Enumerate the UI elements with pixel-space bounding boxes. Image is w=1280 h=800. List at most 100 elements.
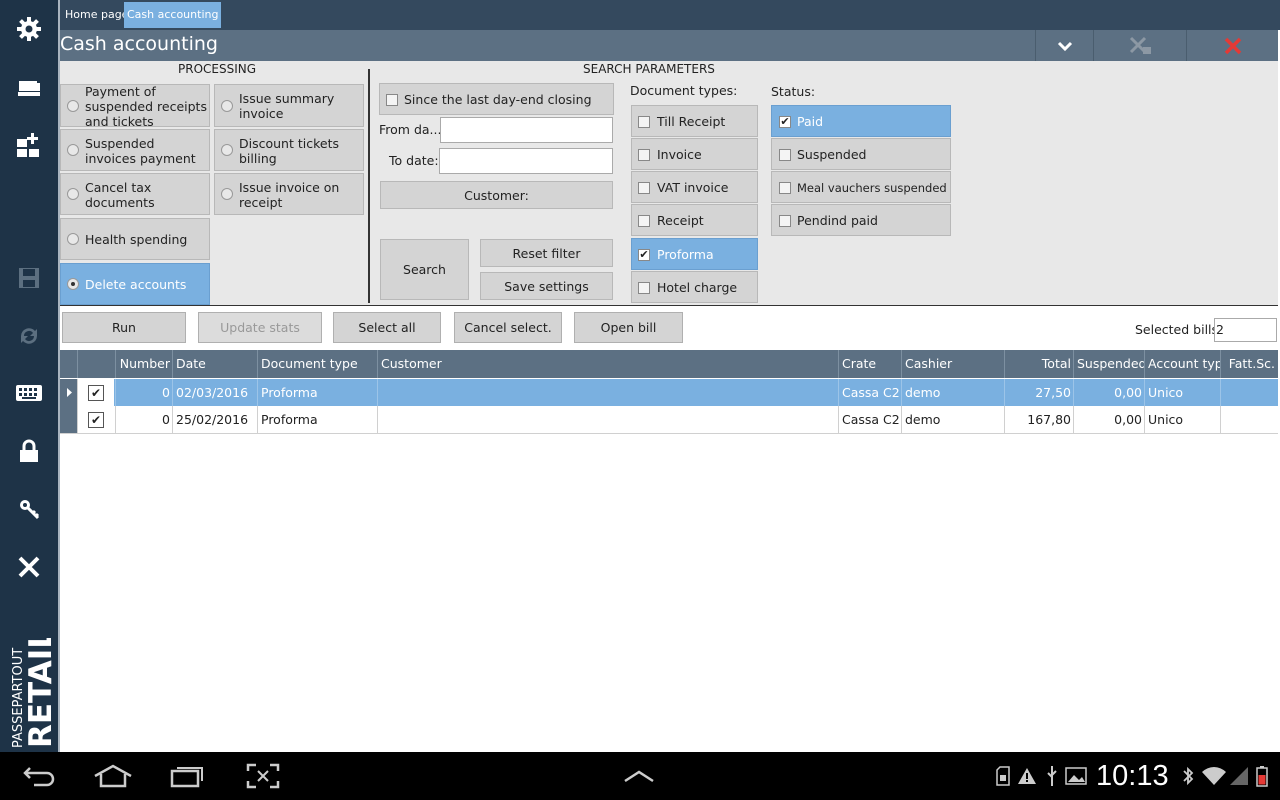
- radio[interactable]: [67, 233, 79, 245]
- status-pending-paid[interactable]: Pendind paid: [771, 204, 951, 236]
- cell-document-type: Proforma: [257, 379, 378, 406]
- table-row[interactable]: ✔ 0 25/02/2016 Proforma Cassa C2 demo 16…: [60, 406, 1278, 433]
- doctype-receipt[interactable]: Receipt: [631, 204, 758, 236]
- cash-register-icon[interactable]: [0, 68, 58, 108]
- header-select: [77, 350, 115, 378]
- doctype-proforma[interactable]: ✔ Proforma: [631, 238, 758, 270]
- checkbox[interactable]: [638, 215, 650, 227]
- home-icon[interactable]: [90, 752, 136, 800]
- selected-bills-label: Selected bills:: [1135, 322, 1223, 337]
- table-row[interactable]: ✔ 0 02/03/2016 Proforma Cassa C2 demo 27…: [60, 379, 1278, 406]
- back-icon[interactable]: [16, 752, 62, 800]
- collapse-button[interactable]: [1035, 30, 1093, 61]
- run-button[interactable]: Run: [62, 312, 186, 343]
- radio[interactable]: [221, 188, 233, 200]
- to-date-label: To date:: [389, 153, 439, 168]
- checkbox[interactable]: [779, 149, 791, 161]
- reset-filter-button[interactable]: Reset filter: [480, 239, 613, 267]
- image-icon: [1064, 752, 1088, 800]
- checkbox[interactable]: [638, 182, 650, 194]
- screenshot-icon[interactable]: [240, 752, 286, 800]
- processing-option-discount-tickets[interactable]: Discount tickets billing: [214, 129, 364, 171]
- checkbox[interactable]: [779, 182, 791, 194]
- cell-crate: Cassa C2: [838, 406, 902, 433]
- customer-button[interactable]: Customer:: [380, 181, 613, 209]
- processing-option-issue-summary-invoice[interactable]: Issue summary invoice: [214, 84, 364, 127]
- header-account-type[interactable]: Account type: [1144, 350, 1221, 378]
- key-icon[interactable]: [0, 489, 58, 529]
- chevron-down-icon: [1057, 41, 1072, 51]
- processing-heading: PROCESSING: [178, 62, 257, 76]
- header-crate[interactable]: Crate: [838, 350, 902, 378]
- header-customer[interactable]: Customer: [377, 350, 839, 378]
- row-select-checkbox[interactable]: ✔: [77, 406, 114, 433]
- cell-fatt-sc: [1220, 406, 1278, 433]
- doctype-hotel-charge[interactable]: Hotel charge: [631, 271, 758, 303]
- checkbox[interactable]: [386, 94, 398, 106]
- sync-icon[interactable]: [0, 316, 58, 356]
- tab-home-page[interactable]: Home page: [62, 2, 132, 28]
- doctype-invoice[interactable]: Invoice: [631, 138, 758, 170]
- checkbox-checked[interactable]: ✔: [779, 116, 791, 128]
- checkbox-checked[interactable]: ✔: [638, 249, 650, 261]
- radio[interactable]: [67, 144, 79, 156]
- keyboard-icon[interactable]: [0, 373, 58, 413]
- cancel-select-button[interactable]: Cancel select.: [454, 312, 562, 343]
- doctype-till-receipt[interactable]: Till Receipt: [631, 105, 758, 137]
- radio-selected[interactable]: [67, 278, 79, 290]
- checkbox[interactable]: [638, 282, 650, 294]
- status-meal-vouchers-suspended[interactable]: Meal vauchers suspended: [771, 171, 951, 203]
- header-cashier[interactable]: Cashier: [901, 350, 1005, 378]
- row-select-checkbox[interactable]: ✔: [77, 379, 114, 406]
- checkbox[interactable]: [638, 116, 650, 128]
- processing-option-cancel-tax[interactable]: Cancel tax documents: [60, 173, 210, 215]
- close-button[interactable]: [1186, 30, 1278, 61]
- header-fatt-sc[interactable]: Fatt.Sc.: [1220, 350, 1278, 378]
- radio[interactable]: [67, 188, 79, 200]
- header-document-type[interactable]: Document type: [257, 350, 378, 378]
- lock-icon[interactable]: [0, 431, 58, 471]
- close-icon: [1224, 37, 1241, 54]
- open-bill-button[interactable]: Open bill: [574, 312, 683, 343]
- radio[interactable]: [221, 100, 233, 112]
- bluetooth-icon: [1178, 752, 1198, 800]
- header-total[interactable]: Total: [1004, 350, 1074, 378]
- search-button[interactable]: Search: [380, 239, 469, 300]
- cell-date: 25/02/2016: [172, 406, 258, 433]
- checkbox[interactable]: [638, 149, 650, 161]
- checkbox[interactable]: [779, 215, 791, 227]
- signal-icon: [1228, 752, 1250, 800]
- cell-fatt-sc: [1220, 379, 1278, 406]
- save-settings-button[interactable]: Save settings: [480, 272, 613, 300]
- update-stats-button[interactable]: Update stats: [198, 312, 322, 343]
- radio[interactable]: [67, 100, 79, 112]
- system-nav-bar: 10:13: [0, 752, 1280, 800]
- since-last-day-end-toggle[interactable]: Since the last day-end closing: [379, 83, 614, 115]
- doctype-vat-invoice[interactable]: VAT invoice: [631, 171, 758, 203]
- save-disk-icon[interactable]: [0, 258, 58, 298]
- cell-customer: [377, 406, 839, 433]
- radio[interactable]: [221, 144, 233, 156]
- header-date[interactable]: Date: [172, 350, 258, 378]
- from-date-input[interactable]: [440, 117, 613, 143]
- filter-panel: PROCESSING SEARCH PARAMETERS Payment of …: [60, 61, 1278, 305]
- tab-cash-accounting[interactable]: Cash accounting: [124, 2, 222, 28]
- processing-option-health-spending[interactable]: Health spending: [60, 218, 210, 260]
- bills-table: Number Date Document type Customer Crate…: [60, 350, 1278, 752]
- status-paid[interactable]: ✔ Paid: [771, 105, 951, 137]
- processing-option-issue-invoice-receipt[interactable]: Issue invoice on receipt: [214, 173, 364, 215]
- dashboard-tiles-icon[interactable]: [0, 125, 58, 165]
- exit-close-icon[interactable]: [0, 547, 58, 587]
- to-date-input[interactable]: [439, 148, 613, 174]
- recent-apps-icon[interactable]: [164, 752, 210, 800]
- processing-option-suspended-invoices[interactable]: Suspended invoices payment: [60, 129, 210, 171]
- close-all-button[interactable]: [1093, 30, 1186, 61]
- select-all-button[interactable]: Select all: [333, 312, 441, 343]
- header-number[interactable]: Number: [115, 350, 173, 378]
- status-suspended[interactable]: Suspended: [771, 138, 951, 170]
- settings-gear-icon[interactable]: [0, 9, 58, 49]
- header-suspended[interactable]: Suspended: [1073, 350, 1145, 378]
- processing-option-payment-suspended[interactable]: Payment of suspended receipts and ticket…: [60, 84, 210, 129]
- processing-option-delete-accounts[interactable]: Delete accounts: [60, 263, 210, 305]
- chevron-up-icon[interactable]: [616, 752, 662, 800]
